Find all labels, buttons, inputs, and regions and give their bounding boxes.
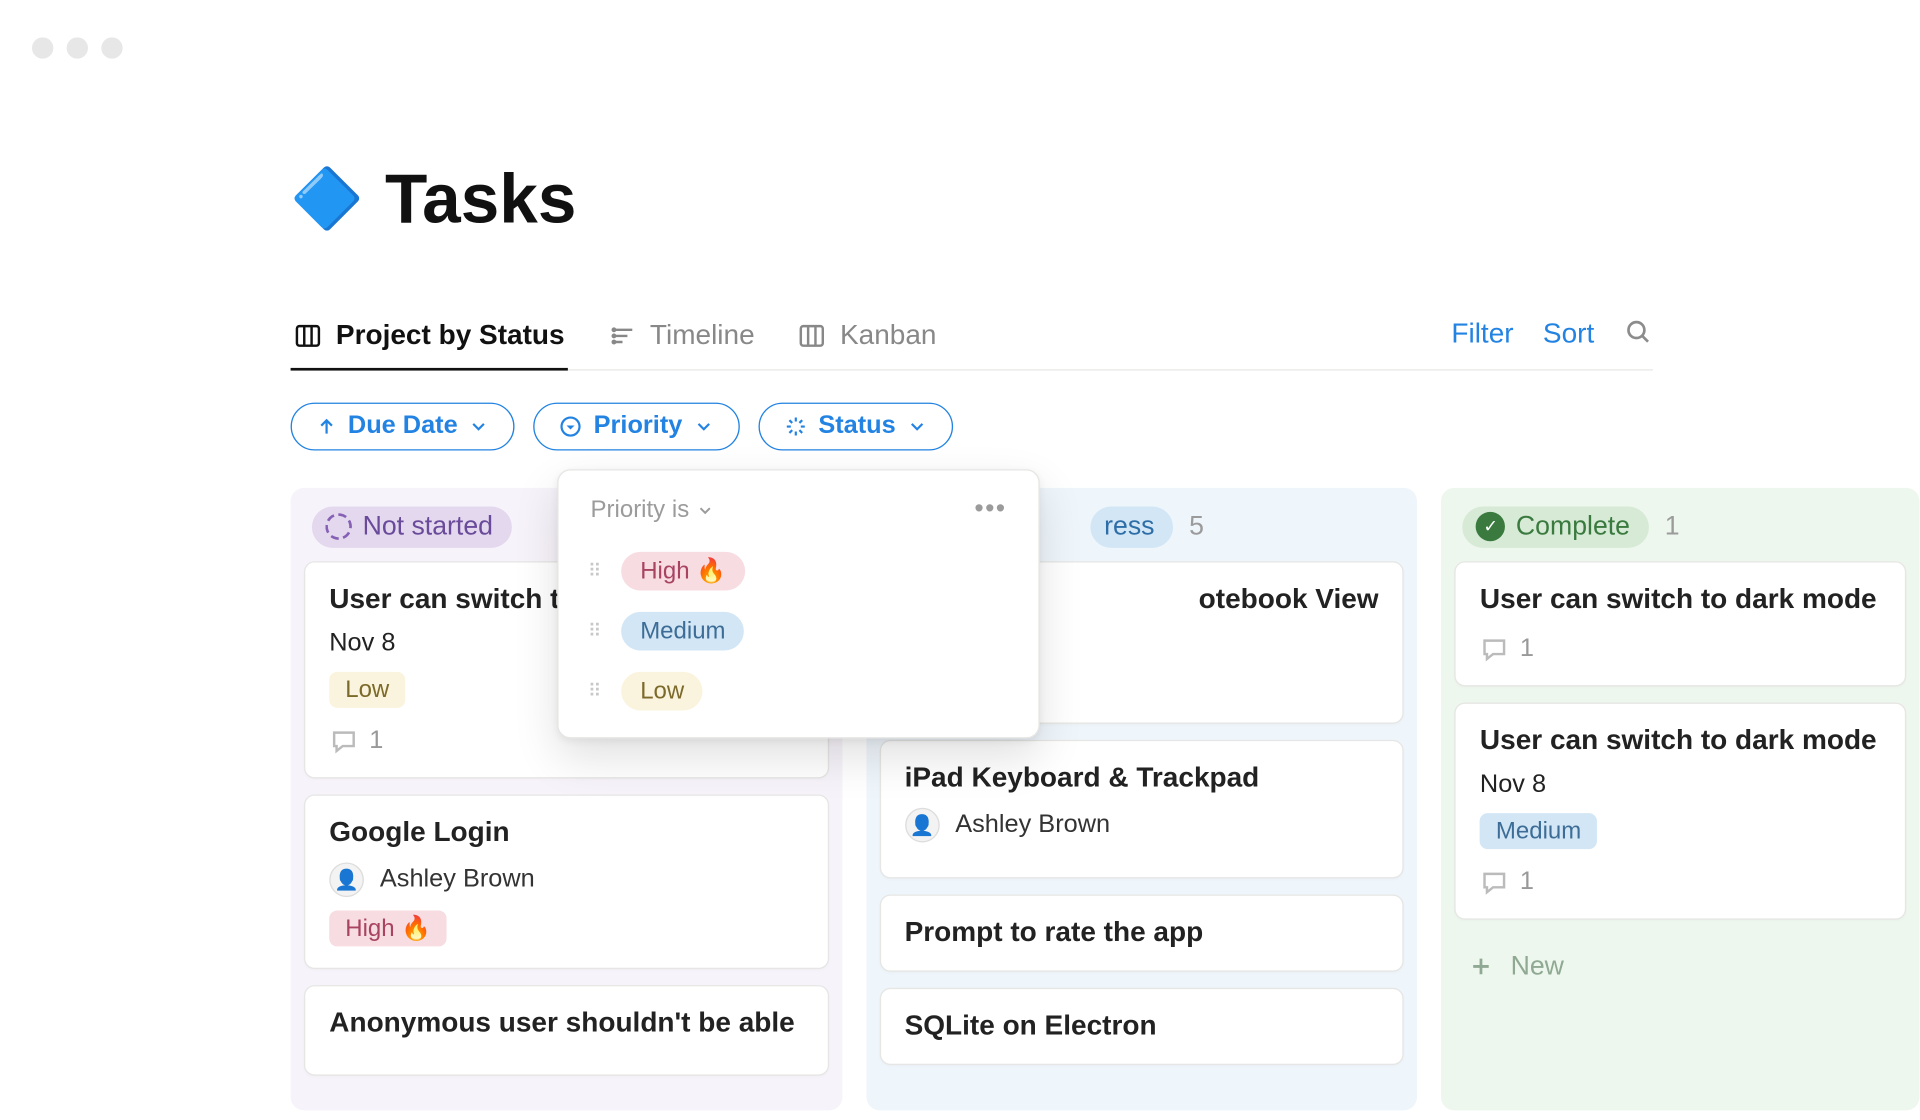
tab-label: Timeline [650,320,755,352]
chip-label: Status [818,411,895,440]
column-status-pill[interactable]: Not started [312,506,512,547]
filter-button[interactable]: Filter [1451,319,1513,351]
arrow-up-icon [316,415,337,436]
filter-chips: Due Date Priority Status Priority is [291,402,1920,450]
tag-label: Low [622,671,703,710]
card[interactable]: User can switch to dark mode 1 [1455,561,1907,686]
column-label: Complete [1516,511,1630,542]
card[interactable]: SQLite on Electron [879,987,1404,1064]
chip-status[interactable]: Status [758,402,953,450]
card-title: Google Login [329,816,803,848]
chevron-down-icon [468,415,489,436]
card-title: User can switch to dark mode [1480,583,1881,615]
assignee: 👤 Ashley Brown [329,862,803,897]
column-status-pill[interactable]: ✓ Complete [1463,506,1649,547]
tab-timeline[interactable]: Timeline [605,315,758,371]
column-label: ress [1104,511,1154,542]
board-icon [797,321,826,350]
card[interactable]: iPad Keyboard & Trackpad 👤 Ashley Brown [879,739,1404,878]
status-icon [784,414,808,438]
search-icon[interactable] [1624,317,1653,353]
page-title: Tasks [385,160,576,240]
card[interactable]: User can switch to dark mode Nov 8 Mediu… [1455,702,1907,919]
view-bar: Project by Status Timeline Kanban Filter… [291,315,1653,370]
column-label: Not started [363,511,493,542]
page-icon: 🔷 [291,171,364,230]
status-complete-icon: ✓ [1476,512,1505,541]
popover-title: Priority is [591,495,715,523]
chip-label: Due Date [348,411,458,440]
drag-handle-icon[interactable]: ⠿ [588,619,603,642]
new-card-button[interactable]: New [1455,935,1907,987]
priority-tag: High 🔥 [329,910,447,946]
chip-label: Priority [594,411,683,440]
card-title: Anonymous user shouldn't be able [329,1007,803,1039]
comment-icon [1480,634,1509,663]
board-icon [293,321,322,350]
plus-icon [1468,953,1495,980]
chip-due-date[interactable]: Due Date [291,402,515,450]
chevron-down-icon [693,415,714,436]
avatar: 👤 [329,862,364,897]
priority-option-low[interactable]: ⠿ Low [572,661,1025,721]
priority-filter-popover: Priority is ••• ⠿ High 🔥 ⠿ Medium ⠿ Low [557,469,1040,738]
page-header: 🔷 Tasks [291,160,1920,240]
avatar: 👤 [905,807,940,842]
more-icon[interactable]: ••• [974,494,1006,525]
priority-tag: Low [329,671,405,707]
priority-tag: Medium [1480,812,1597,848]
chevron-down-icon [906,415,927,436]
card-date: Nov 8 [1480,770,1881,799]
board: Not started User can switch t Nov 8 Low … [291,487,1920,1110]
card-comments[interactable]: 1 [1480,867,1881,896]
card-comments[interactable]: 1 [1480,634,1881,663]
chip-priority[interactable]: Priority [534,402,740,450]
card[interactable]: Google Login 👤 Ashley Brown High 🔥 [304,794,829,969]
priority-option-high[interactable]: ⠿ High 🔥 [572,541,1025,601]
timeline-icon [607,321,636,350]
chevron-down-icon[interactable] [696,501,715,520]
column-count: 5 [1189,511,1204,542]
card-title: iPad Keyboard & Trackpad [905,762,1379,794]
tab-project-by-status[interactable]: Project by Status [291,315,568,371]
priority-option-medium[interactable]: ⠿ Medium [572,601,1025,661]
drag-handle-icon[interactable]: ⠿ [588,679,603,702]
tag-label: High 🔥 [622,551,745,590]
sort-button[interactable]: Sort [1543,319,1594,351]
tab-label: Kanban [840,320,937,352]
tab-label: Project by Status [336,320,565,352]
comment-icon [1480,867,1509,896]
drag-handle-icon[interactable]: ⠿ [588,559,603,582]
column-status-pill[interactable]: ress [1091,506,1173,547]
column-count: 1 [1665,511,1680,542]
comment-icon [329,726,358,755]
card[interactable]: Prompt to rate the app [879,894,1404,971]
card-title: SQLite on Electron [905,1010,1379,1042]
card[interactable]: Anonymous user shouldn't be able [304,984,829,1075]
card-title: User can switch to dark mode [1480,724,1881,756]
column-complete: ✓ Complete 1 User can switch to dark mod… [1441,487,1919,1110]
status-notstarted-icon [325,513,352,540]
assignee: 👤 Ashley Brown [905,807,1379,842]
target-icon [559,414,583,438]
window-controls [32,37,123,58]
tag-label: Medium [622,611,745,650]
card-title: Prompt to rate the app [905,916,1379,948]
tab-kanban[interactable]: Kanban [795,315,940,371]
